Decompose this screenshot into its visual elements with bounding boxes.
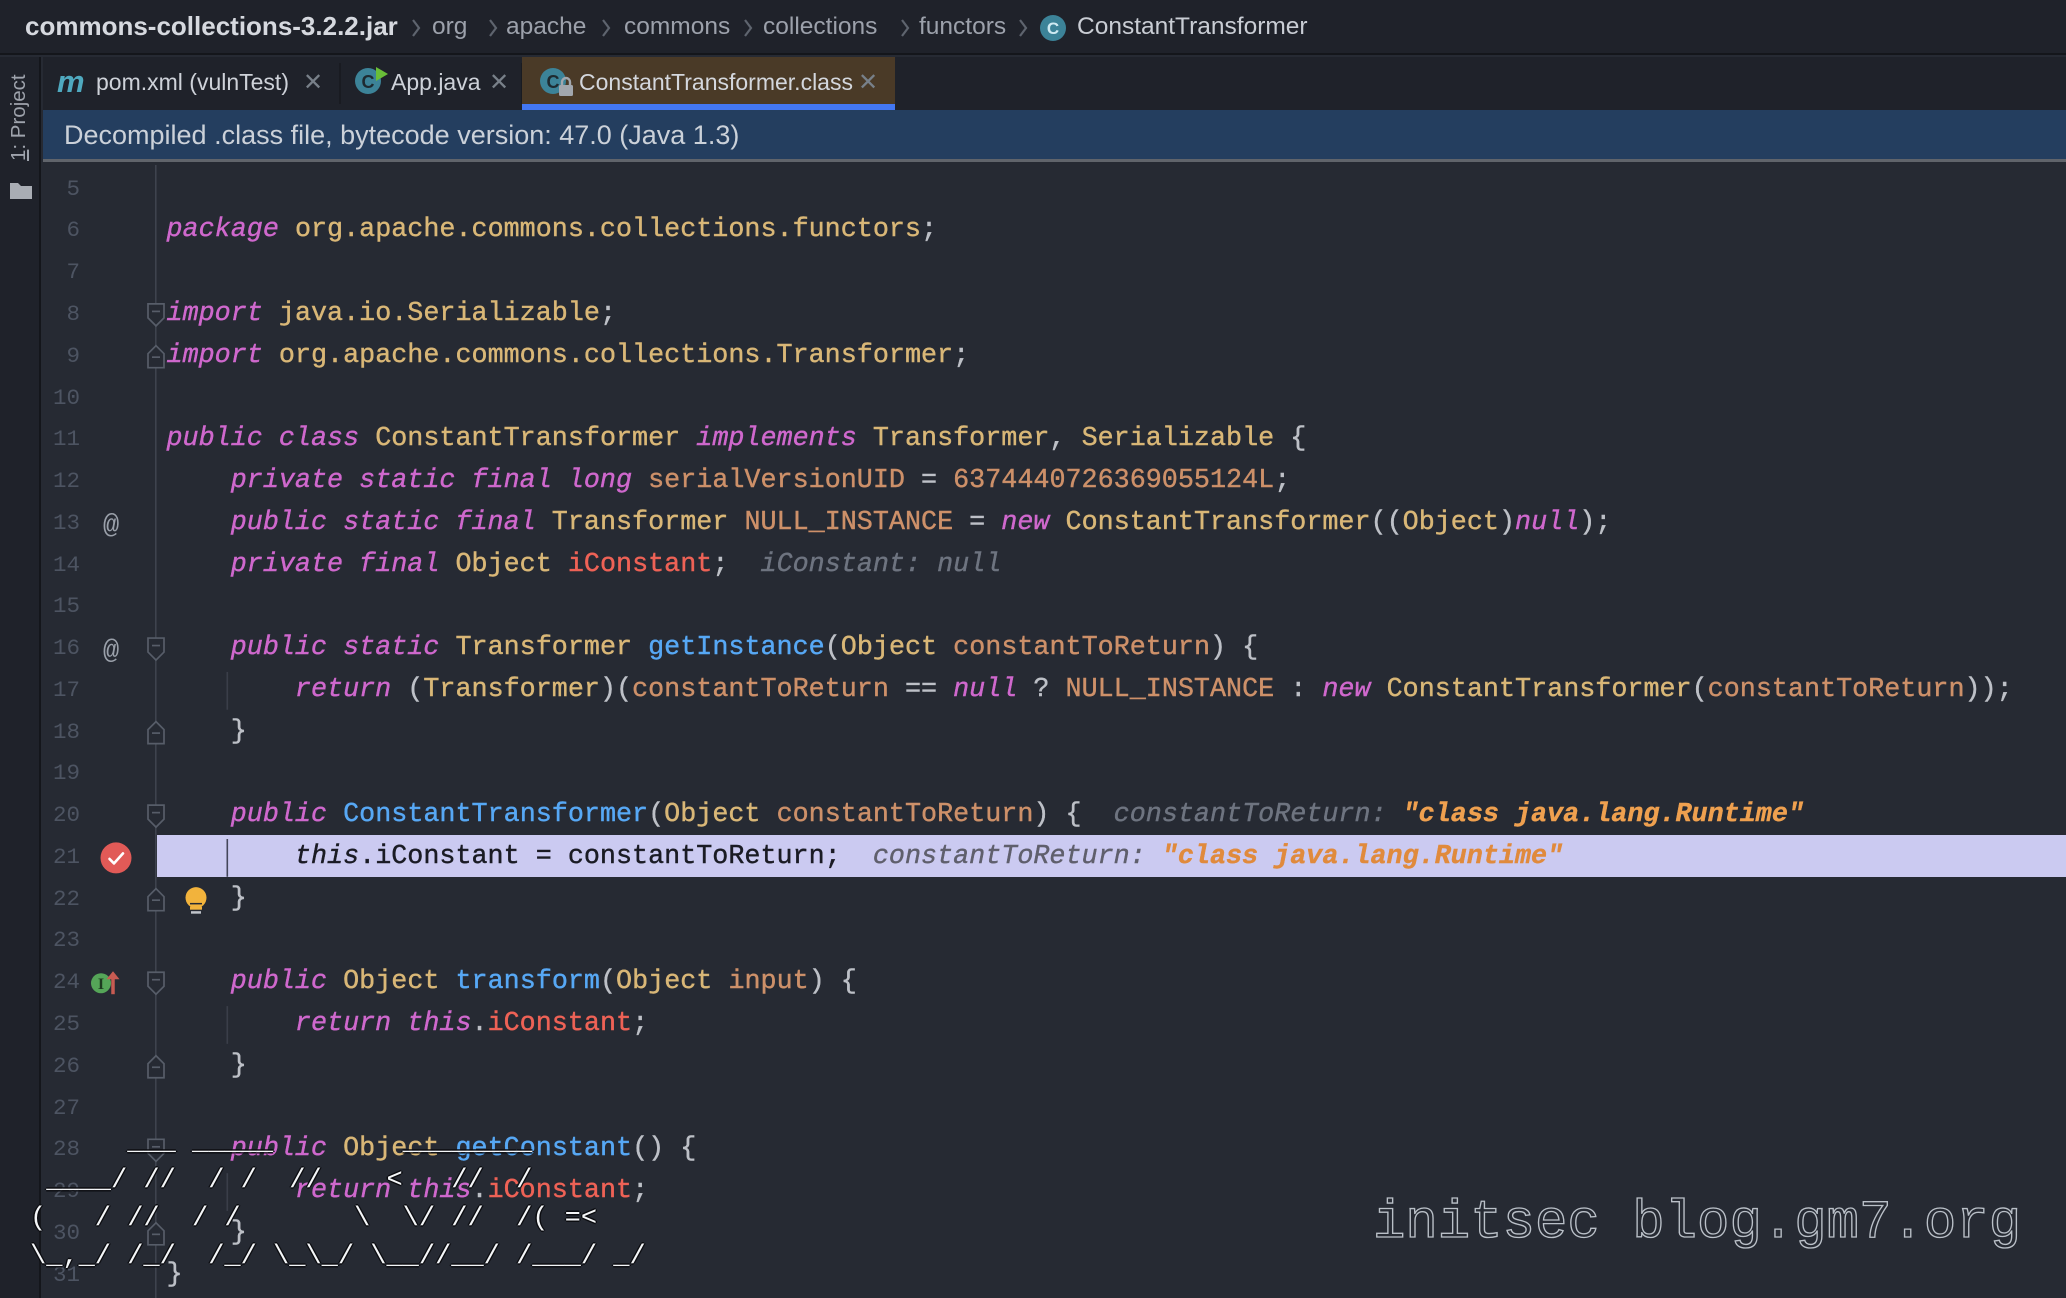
svg-text:C: C (547, 72, 560, 92)
svg-text:I: I (98, 976, 104, 993)
svg-text:C: C (1047, 19, 1059, 38)
svg-text:@: @ (103, 637, 119, 667)
svg-text:@: @ (103, 512, 119, 542)
svg-text:C: C (362, 72, 375, 92)
